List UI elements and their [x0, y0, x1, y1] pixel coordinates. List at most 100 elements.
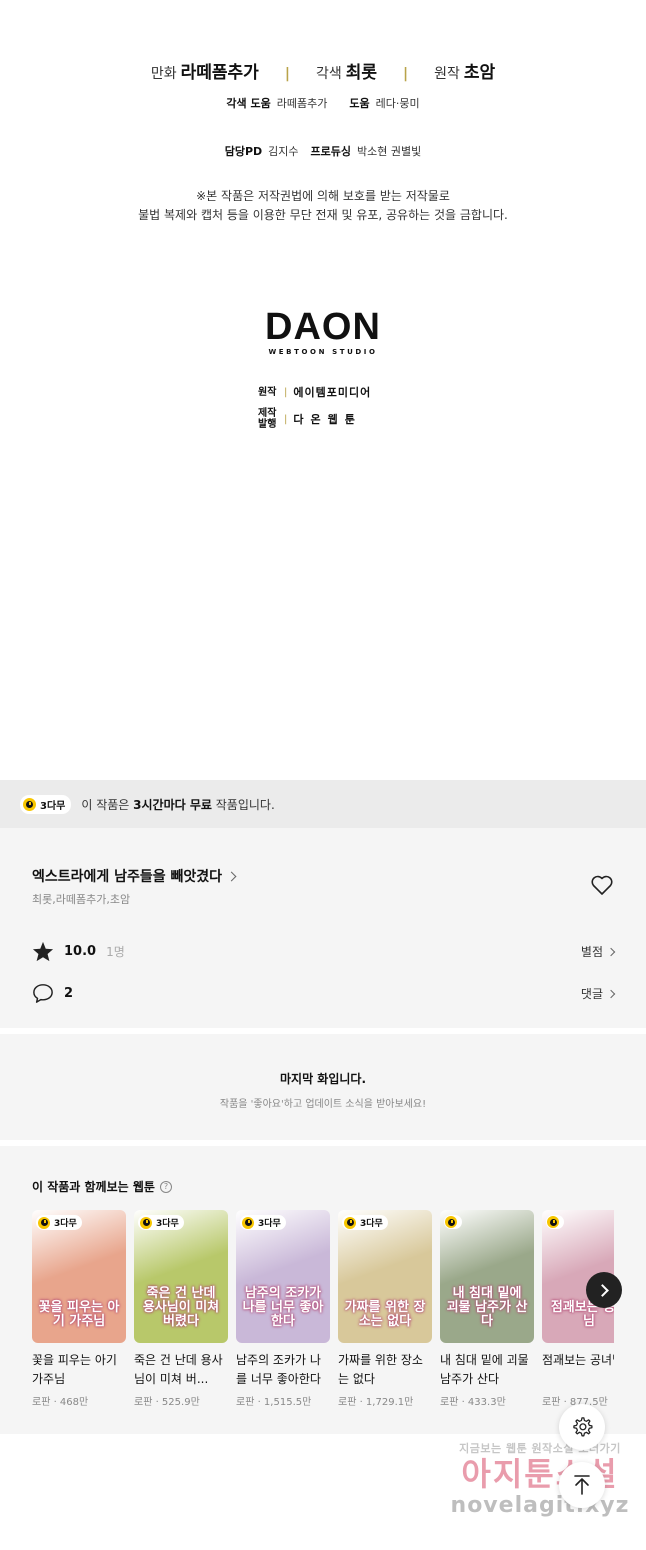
clock-icon	[547, 1216, 559, 1228]
free-every-3h-banner: 3다무 이 작품은 3시간마다 무료 작품입니다.	[0, 780, 646, 828]
adapt-help-label: 각색 도움	[226, 97, 271, 110]
credits-section: 만화 라떼폼추가 | 각색 최롯 | 원작 초암 각색 도움 라떼폼추가 도움 레다…	[0, 58, 646, 225]
free-text-bold: 3시간마다 무료	[133, 797, 212, 812]
divider: |	[284, 66, 290, 82]
recommendation-card[interactable]: 3다무죽은 건 난데 용사님이 미쳐버렸다죽은 건 난데 용사님이 미쳐 버..…	[134, 1210, 228, 1408]
carousel-next-button[interactable]	[586, 1272, 622, 1308]
clock-icon	[140, 1216, 152, 1229]
badge-label: 3다무	[156, 1219, 179, 1229]
recommendation-title: 이 작품과 함께보는 웹툰 ?	[32, 1178, 172, 1195]
work-info-card: 엑스트라에게 남주들을 빼앗겼다 최롯,라떼폼추가,초암 10.0 1명 별점 …	[0, 828, 646, 1028]
recommendation-card[interactable]: 3다무 가짜를 위한 장소는 없다가짜를 위한 장소는 없다로판 · 1,729.…	[338, 1210, 432, 1408]
comment-link-label: 댓글	[580, 987, 603, 1001]
recommendation-card[interactable]: 점괘보는 공녀님점괘보는 공녀님로판 · 877.5만	[542, 1210, 614, 1408]
badge-label: 3다무	[40, 800, 66, 812]
clock-icon	[445, 1216, 457, 1228]
rating-value: 10.0	[64, 944, 97, 959]
wait-free-badge	[444, 1215, 462, 1229]
gear-icon	[573, 1417, 593, 1437]
manhwa-label: 만화	[150, 66, 177, 82]
card-thumbnail: 3다무 가짜를 위한 장소는 없다	[338, 1210, 432, 1343]
wait-free-badge: 3다무	[36, 1215, 82, 1230]
studio-production-label: 제작 발행	[258, 408, 282, 430]
badge-label: 3다무	[258, 1219, 281, 1229]
pd-credit: 담당PD 김지수	[225, 143, 299, 159]
scroll-top-button[interactable]	[559, 1462, 605, 1508]
studio-logo-block: DAON WEBTOON STUDIO 원작 | 에이템포미디어 제작 발행 | …	[0, 308, 646, 438]
card-meta: 로판 · 525.9만	[134, 1397, 200, 1408]
adapt-help-credit: 각색 도움 라떼폼추가	[226, 95, 327, 111]
producing-credit: 프로듀싱 박소현 권별빛	[311, 143, 422, 159]
watermark-line-1: 지금보는 웹툰 원작소설 보러가기	[459, 1442, 621, 1455]
rating-link[interactable]: 별점	[580, 943, 616, 960]
main-credits: 만화 라떼폼추가 | 각색 최롯 | 원작 초암	[0, 58, 646, 83]
card-title: 점괘보는 공녀님	[542, 1353, 614, 1367]
recommendation-card[interactable]: 3다무남주의 조카가 나를 너무 좋아한다 남주의 조카가 나를 너무 좋아한다로…	[236, 1210, 330, 1408]
card-meta: 로판 · 433.3만	[440, 1397, 506, 1408]
card-meta: 로판 · 1,515.5만	[236, 1397, 312, 1408]
adapt-name: 최롯	[345, 63, 377, 83]
clock-icon	[23, 797, 36, 811]
card-meta: 로판 · 1,729.1만	[338, 1397, 414, 1408]
recommendation-card[interactable]: 내 침대 밑에 괴물 남주가 산다 내 침대 밑에 괴물 남주가 산다 로판 · 4…	[440, 1210, 534, 1408]
wait-free-badge: 3다무	[20, 794, 72, 814]
recommendation-section: 이 작품과 함께보는 웹툰 ? 3다무 꽃을 피우는 아기 가주님 꽃을 피우는 아…	[0, 1146, 646, 1434]
free-text-pre: 이 작품은	[81, 797, 134, 812]
wait-free-badge	[546, 1215, 564, 1229]
arrow-up-icon	[574, 1475, 590, 1495]
card-title: 죽은 건 난데 용사님이 미쳐 버...	[134, 1353, 223, 1386]
card-thumbnail: 3다무꽃을 피우는 아기 가주님	[32, 1210, 126, 1343]
card-cover-logo: 내 침대 밑에 괴물 남주가 산다	[446, 1286, 528, 1329]
wait-free-badge: 3다무	[240, 1215, 286, 1230]
card-title: 가짜를 위한 장소는 없다	[338, 1353, 423, 1386]
divider: |	[284, 386, 288, 398]
daon-logo-subtitle: WEBTOON STUDIO	[268, 348, 378, 356]
card-thumbnail: 3다무죽은 건 난데 용사님이 미쳐버렸다	[134, 1210, 228, 1343]
original-label: 원작	[434, 66, 460, 82]
work-authors: 최롯,라떼폼추가,초암	[32, 893, 131, 906]
help-label: 도움	[349, 97, 370, 110]
card-cover-logo: 죽은 건 난데 용사님이 미쳐버렸다	[142, 1286, 220, 1329]
clock-icon	[344, 1216, 356, 1229]
badge-label: 3다무	[54, 1219, 77, 1229]
production-label-2: 발행	[258, 419, 277, 430]
notice-line-2: 불법 복제와 캡처 등을 이용한 무단 전재 및 유포, 공유하는 것을 금합니…	[138, 208, 508, 222]
studio-original-value: 에이템포미디어	[293, 386, 372, 399]
free-banner-text: 이 작품은 3시간마다 무료 작품입니다.	[81, 796, 274, 813]
work-title-link[interactable]: 엑스트라에게 남주들을 빼앗겼다	[32, 866, 237, 886]
rating-row: 10.0 1명 별점	[32, 941, 616, 962]
notice-line-1: ※본 작품은 저작권법에 의해 보호를 받는 저작물로	[196, 189, 450, 203]
card-meta: 로판 · 468만	[32, 1397, 89, 1408]
star-icon	[32, 941, 54, 962]
card-cover-logo: 남주의 조카가 나를 너무 좋아한다	[242, 1286, 324, 1329]
pd-name: 김지수	[268, 145, 299, 158]
original-name: 초암	[463, 63, 496, 83]
producing-label: 프로듀싱	[310, 145, 352, 158]
chevron-right-icon	[606, 947, 616, 956]
recommendation-title-text: 이 작품과 함께보는 웹툰	[32, 1180, 155, 1194]
card-title: 꽃을 피우는 아기 가주님	[32, 1353, 117, 1386]
studio-production-value: 다온웹툰	[293, 413, 362, 426]
card-thumbnail: 3다무남주의 조카가 나를 너무 좋아한다	[236, 1210, 330, 1343]
chevron-right-icon	[606, 989, 616, 998]
comment-count: 2	[64, 986, 74, 1001]
rating-count: 1명	[106, 945, 125, 959]
manhwa-name: 라떼폼추가	[180, 63, 259, 83]
badge-label: 3다무	[360, 1219, 383, 1229]
comment-row: 2 댓글	[32, 983, 616, 1004]
heart-icon[interactable]	[590, 874, 614, 896]
last-episode-title: 마지막 화입니다.	[279, 1072, 367, 1086]
recommendation-carousel: 3다무 꽃을 피우는 아기 가주님 꽃을 피우는 아기 가주님 로판 · 468만 3다…	[32, 1210, 614, 1420]
adapt-help-name: 라떼폼추가	[276, 97, 328, 110]
recommendation-card[interactable]: 3다무 꽃을 피우는 아기 가주님 꽃을 피우는 아기 가주님 로판 · 468만	[32, 1210, 126, 1408]
card-cover-logo: 꽃을 피우는 아기 가주님	[38, 1300, 120, 1329]
rating-link-label: 별점	[580, 945, 603, 959]
settings-button[interactable]	[559, 1404, 605, 1450]
last-episode-subtitle: 작품을 '좋아요'하고 업데이트 소식을 받아보세요!	[219, 1099, 427, 1110]
help-icon[interactable]: ?	[159, 1180, 172, 1193]
copyright-notice: ※본 작품은 저작권법에 의해 보호를 받는 저작물로 불법 복제와 캡처 등을…	[0, 187, 646, 225]
work-title: 엑스트라에게 남주들을 빼앗겼다	[32, 869, 223, 885]
comment-link[interactable]: 댓글	[580, 985, 616, 1002]
card-title: 내 침대 밑에 괴물 남주가 산다	[440, 1353, 529, 1386]
watermark: 지금보는 웹툰 원작소설 보러가기 아지툰소설 novelagit.xyz	[440, 1440, 640, 1520]
